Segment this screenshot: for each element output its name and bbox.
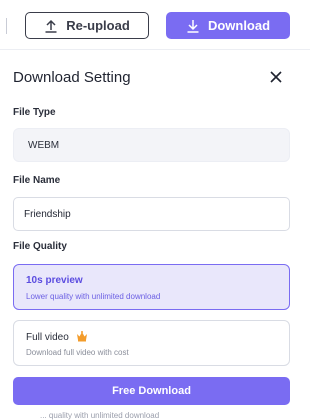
file-type-label: File Type bbox=[13, 107, 56, 118]
crown-icon bbox=[76, 331, 88, 342]
file-name-input[interactable] bbox=[13, 197, 290, 231]
file-type-value: WEBM bbox=[28, 139, 60, 151]
reupload-button[interactable]: Re-upload bbox=[25, 12, 149, 39]
option-title-wrap: Full video bbox=[26, 331, 88, 343]
close-icon[interactable] bbox=[266, 67, 286, 87]
option-title: 10s preview bbox=[26, 275, 83, 286]
option-subtitle: Download full video with cost bbox=[26, 348, 129, 357]
file-name-label: File Name bbox=[13, 175, 61, 186]
option-subtitle: Lower quality with unlimited download bbox=[26, 292, 161, 301]
download-button[interactable]: Download bbox=[166, 12, 290, 39]
quality-option-preview[interactable]: 10s preview Lower quality with unlimited… bbox=[13, 264, 290, 310]
toolbar-bottom-border bbox=[0, 49, 310, 50]
toolbar-divider bbox=[6, 18, 7, 34]
download-label: Download bbox=[207, 18, 271, 33]
file-type-select[interactable]: WEBM bbox=[13, 128, 290, 162]
footer-note: ... quality with unlimited download bbox=[40, 411, 160, 420]
file-quality-label: File Quality bbox=[13, 241, 67, 252]
panel-title: Download Setting bbox=[13, 69, 131, 86]
reupload-label: Re-upload bbox=[66, 18, 130, 33]
top-toolbar: Re-upload Download bbox=[0, 0, 310, 50]
option-title: Full video bbox=[26, 332, 69, 343]
quality-option-full-video[interactable]: Full video Download full video with cost bbox=[13, 320, 290, 366]
free-download-button[interactable]: Free Download bbox=[13, 377, 290, 405]
upload-icon bbox=[44, 19, 58, 33]
download-icon bbox=[186, 19, 200, 33]
